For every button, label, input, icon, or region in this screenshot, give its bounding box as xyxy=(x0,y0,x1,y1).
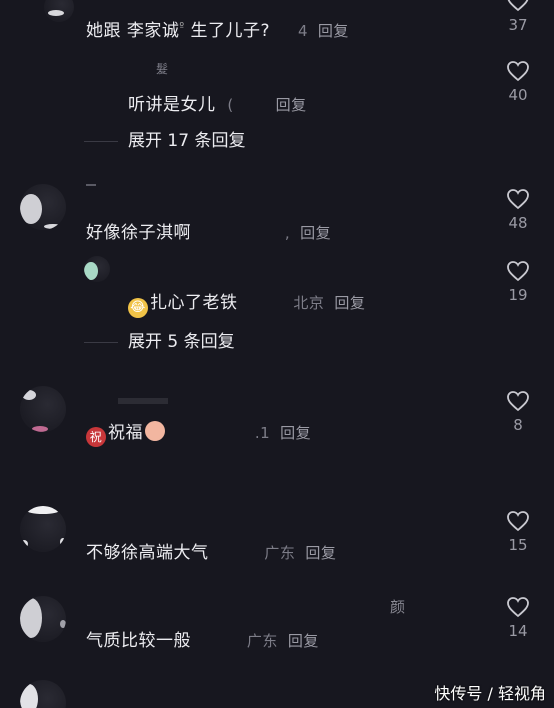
comment-text: 😂 扎心了老铁 北京 回复 xyxy=(128,288,365,318)
username[interactable] xyxy=(118,398,168,404)
like-count: 40 xyxy=(508,86,528,104)
blessing-badge-icon: 祝 xyxy=(86,427,106,447)
comment-meta: 广东 xyxy=(264,544,296,562)
reply-button[interactable]: 回复 xyxy=(318,22,349,40)
divider xyxy=(84,341,118,343)
reply-button[interactable]: 回复 xyxy=(280,424,311,442)
comment-meta: 广东 xyxy=(246,632,278,650)
heart-outline-icon xyxy=(507,0,529,12)
reply-button[interactable]: 回复 xyxy=(300,224,331,242)
like-button[interactable]: 8 xyxy=(500,390,536,434)
heart-outline-icon xyxy=(507,391,529,412)
like-button[interactable]: 37 xyxy=(500,0,536,34)
like-count: 14 xyxy=(508,622,528,640)
username[interactable]: 颜 xyxy=(390,596,405,617)
like-count: 8 xyxy=(513,416,523,434)
like-button[interactable]: 19 xyxy=(500,260,536,304)
reply-button[interactable]: 回复 xyxy=(334,294,365,312)
crying-laughing-emoji-icon: 😂 xyxy=(128,298,148,318)
heart-outline-icon xyxy=(507,189,529,210)
heart-outline-icon xyxy=(507,511,529,532)
heart-outline-icon xyxy=(507,261,529,282)
comment-text: 听讲是女儿 ( 回复 xyxy=(128,95,307,115)
comment-text: 好像徐子淇啊 , 回复 xyxy=(86,223,332,243)
avatar[interactable] xyxy=(20,386,66,432)
expand-replies-button[interactable]: 展开 17 条回复 xyxy=(84,126,245,151)
reply-button[interactable]: 回复 xyxy=(305,544,336,562)
comment-meta: 北京 xyxy=(293,294,325,312)
comment-text: 不够徐高端大气 广东 回复 xyxy=(86,543,337,563)
like-count: 48 xyxy=(508,214,528,232)
avatar[interactable] xyxy=(20,596,66,642)
comment-meta: ( xyxy=(227,96,234,114)
avatar[interactable] xyxy=(20,184,66,230)
reply-button[interactable]: 回复 xyxy=(276,96,307,114)
reply-username[interactable]: 髮 xyxy=(156,60,168,77)
like-count: 15 xyxy=(508,536,528,554)
reply-button[interactable]: 回复 xyxy=(288,632,319,650)
heart-outline-icon xyxy=(507,597,529,618)
like-count: 19 xyxy=(508,286,528,304)
username[interactable] xyxy=(86,184,96,186)
like-count: 37 xyxy=(508,16,528,34)
avatar[interactable] xyxy=(20,680,66,708)
comment-text: 她跟 李家诚º 生了儿子? 4 回复 xyxy=(86,21,349,41)
watermark: 快传号 / 轻视角 xyxy=(434,684,546,703)
peach-face-emoji-icon xyxy=(145,421,165,441)
comment-text: 祝祝福 .1 回复 xyxy=(86,418,311,447)
comment-text: 气质比较一般 广东 回复 xyxy=(86,631,319,651)
location-pin-icon: º xyxy=(179,21,185,33)
comment-meta: , xyxy=(284,224,291,242)
avatar[interactable] xyxy=(20,506,66,552)
divider xyxy=(84,140,118,142)
like-button[interactable]: 15 xyxy=(500,510,536,554)
avatar[interactable] xyxy=(44,0,74,22)
comment-meta: 4 xyxy=(297,22,309,40)
like-button[interactable]: 40 xyxy=(500,60,536,104)
like-button[interactable]: 14 xyxy=(500,596,536,640)
comment-list: 她跟 李家诚º 生了儿子? 4 回复 37 髮 听讲是女儿 ( 回复 40 展开… xyxy=(0,0,554,708)
avatar[interactable] xyxy=(84,256,110,282)
expand-replies-button[interactable]: 展开 5 条回复 xyxy=(84,327,235,352)
heart-outline-icon xyxy=(507,61,529,82)
like-button[interactable]: 48 xyxy=(500,188,536,232)
comment-meta: .1 xyxy=(254,424,271,442)
